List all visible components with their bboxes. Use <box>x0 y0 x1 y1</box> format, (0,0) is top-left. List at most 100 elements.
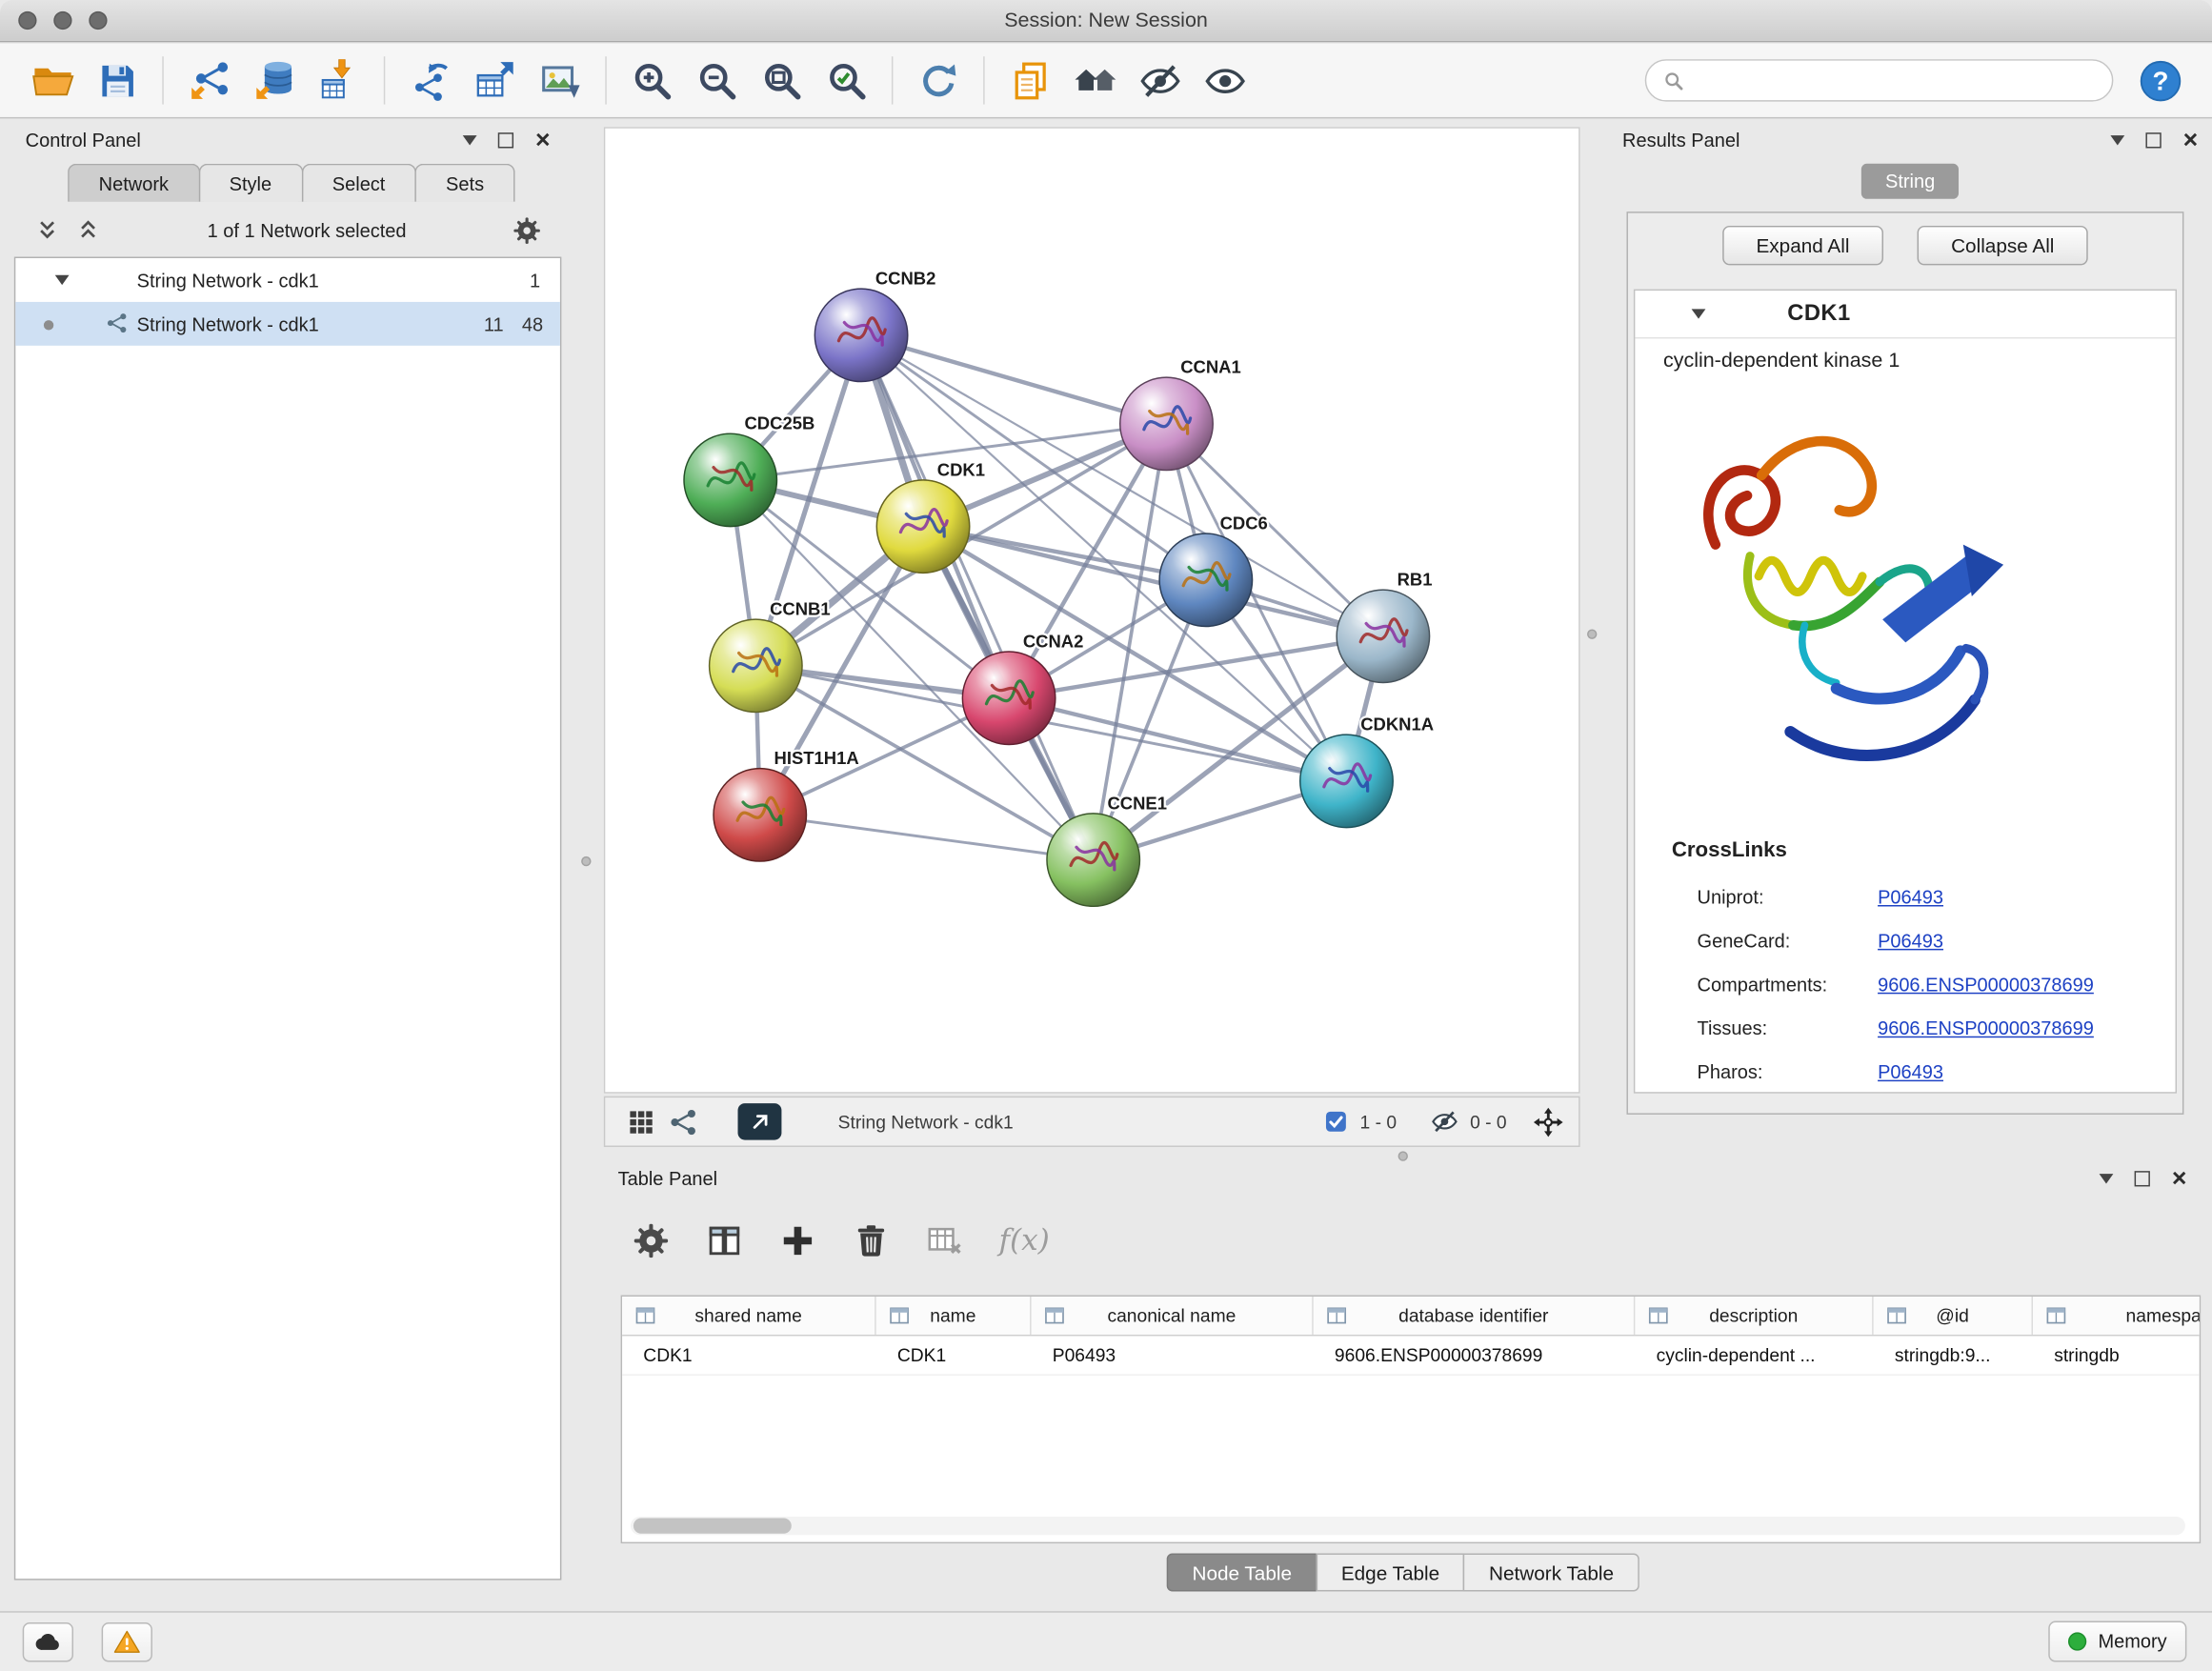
import-network-file-button[interactable] <box>176 50 241 111</box>
new-network-selection-button[interactable] <box>398 50 463 111</box>
column-header-name[interactable]: name <box>876 1297 1032 1335</box>
float-panel-icon[interactable] <box>2146 131 2162 147</box>
float-panel-icon[interactable] <box>2135 1170 2150 1185</box>
expand-all-button[interactable]: Expand All <box>1722 226 1883 265</box>
table-cell[interactable]: cyclin-dependent ... <box>1635 1336 1873 1374</box>
panel-menu-icon[interactable] <box>463 134 477 144</box>
selected-checkbox-icon[interactable] <box>1323 1109 1349 1135</box>
detach-view-button[interactable] <box>738 1103 782 1140</box>
crosslink-value-link[interactable]: 9606.ENSP00000378699 <box>1878 974 2094 995</box>
column-header-database-identifier[interactable]: database identifier <box>1314 1297 1636 1335</box>
network-edge-CCNB2-CCNE1[interactable] <box>861 335 1094 860</box>
network-from-table-button[interactable] <box>463 50 528 111</box>
close-panel-icon[interactable]: × <box>535 127 551 152</box>
horizontal-scrollbar[interactable] <box>631 1517 2185 1535</box>
network-options-gear-icon[interactable] <box>513 215 542 245</box>
table-cell[interactable]: CDK1 <box>876 1336 1032 1374</box>
table-cell[interactable]: CDK1 <box>622 1336 876 1374</box>
right-splitter-handle[interactable] <box>1587 629 1597 638</box>
zoom-fit-button[interactable] <box>749 50 814 111</box>
table-row[interactable]: CDK1CDK1P064939606.ENSP00000378699cyclin… <box>622 1336 2201 1375</box>
panel-menu-icon[interactable] <box>2111 134 2125 144</box>
delete-table-button[interactable] <box>915 1209 975 1271</box>
scrollbar-thumb[interactable] <box>633 1518 792 1533</box>
import-network-database-button[interactable] <box>241 50 306 111</box>
expand-all-networks-button[interactable] <box>34 216 61 243</box>
save-session-button[interactable] <box>85 50 150 111</box>
cloud-sync-button[interactable] <box>23 1622 73 1661</box>
help-button[interactable] <box>2127 50 2192 111</box>
tab-edge-table[interactable]: Edge Table <box>1316 1553 1465 1591</box>
tab-string[interactable]: String <box>1861 164 1960 199</box>
column-header-shared-name[interactable]: shared name <box>622 1297 876 1335</box>
table-cell[interactable]: stringdb:9... <box>1874 1336 2033 1374</box>
close-panel-icon[interactable]: × <box>2172 1165 2187 1191</box>
import-table-file-button[interactable] <box>306 50 371 111</box>
float-panel-icon[interactable] <box>498 131 513 147</box>
crosslink-value-link[interactable]: P06493 <box>1878 1061 1943 1082</box>
network-node-CCNB2[interactable]: CCNB2 <box>814 269 935 382</box>
table-cell[interactable]: stringdb <box>2033 1336 2201 1374</box>
network-overview-button[interactable] <box>662 1102 704 1141</box>
crosslink-value-link[interactable]: P06493 <box>1878 886 1943 907</box>
collapse-all-button[interactable]: Collapse All <box>1918 226 2088 265</box>
hide-graphics-button[interactable] <box>1127 50 1192 111</box>
collapse-triangle-icon[interactable] <box>55 275 70 285</box>
close-panel-icon[interactable]: × <box>2183 127 2199 152</box>
panel-menu-icon[interactable] <box>2100 1173 2114 1182</box>
gene-section-header[interactable]: CDK1 <box>1635 291 2175 338</box>
network-node-CDC25B[interactable]: CDC25B <box>684 413 814 527</box>
apply-layout-button[interactable] <box>906 50 971 111</box>
column-header-canonical-name[interactable]: canonical name <box>1032 1297 1314 1335</box>
network-collection-row[interactable]: String Network - cdk1 1 <box>15 258 560 302</box>
column-header-description[interactable]: description <box>1635 1297 1873 1335</box>
crosslink-value-link[interactable]: 9606.ENSP00000378699 <box>1878 1017 2094 1038</box>
network-row[interactable]: String Network - cdk1 11 48 <box>15 302 560 346</box>
left-splitter-handle[interactable] <box>581 856 591 866</box>
network-view-canvas[interactable]: CCNB2CCNA1CDC25BCDK1CDC6RB1CCNB1CCNA2CDK… <box>604 127 1580 1093</box>
open-session-button[interactable] <box>20 50 85 111</box>
zoom-out-button[interactable] <box>684 50 749 111</box>
show-graphics-button[interactable] <box>1192 50 1257 111</box>
delete-column-button[interactable] <box>841 1209 902 1271</box>
tab-node-table[interactable]: Node Table <box>1167 1553 1317 1591</box>
table-cell[interactable]: 9606.ENSP00000378699 <box>1314 1336 1636 1374</box>
add-column-button[interactable] <box>768 1209 829 1271</box>
network-graph[interactable]: CCNB2CCNA1CDC25BCDK1CDC6RB1CCNB1CCNA2CDK… <box>605 129 1579 1092</box>
memory-button[interactable]: Memory <box>2049 1621 2187 1662</box>
column-header--id[interactable]: @id <box>1874 1297 2033 1335</box>
network-node-CCNA1[interactable]: CCNA1 <box>1120 357 1241 471</box>
collapse-section-icon[interactable] <box>1692 309 1706 318</box>
zoom-window-button[interactable] <box>89 11 107 30</box>
column-header-namespace[interactable]: namespace <box>2033 1297 2201 1335</box>
crosslink-value-link[interactable]: P06493 <box>1878 930 1943 951</box>
toggle-columns-button[interactable] <box>694 1209 755 1271</box>
network-edge-CCNB2-CCNA1[interactable] <box>861 335 1166 424</box>
home-button[interactable] <box>1062 50 1127 111</box>
network-node-RB1[interactable]: RB1 <box>1337 570 1432 683</box>
tab-select[interactable]: Select <box>301 164 416 202</box>
network-node-CDC6[interactable]: CDC6 <box>1159 513 1268 627</box>
table-cell[interactable]: P06493 <box>1032 1336 1314 1374</box>
warnings-button[interactable] <box>102 1622 152 1661</box>
tab-network[interactable]: Network <box>68 164 199 202</box>
close-window-button[interactable] <box>18 11 36 30</box>
minimize-window-button[interactable] <box>53 11 71 30</box>
network-node-HIST1H1A[interactable]: HIST1H1A <box>714 748 859 861</box>
bottom-splitter-handle[interactable] <box>1398 1151 1408 1160</box>
network-node-CCNB1[interactable]: CCNB1 <box>710 599 831 713</box>
collapse-all-networks-button[interactable] <box>74 216 101 243</box>
tab-sets[interactable]: Sets <box>414 164 514 202</box>
move-crosshair-icon[interactable] <box>1532 1105 1564 1137</box>
table-settings-button[interactable] <box>621 1209 682 1271</box>
tab-style[interactable]: Style <box>198 164 303 202</box>
grid-view-button[interactable] <box>619 1102 661 1141</box>
export-image-button[interactable] <box>528 50 593 111</box>
hidden-eye-slash-icon[interactable] <box>1431 1108 1459 1137</box>
tab-network-table[interactable]: Network Table <box>1463 1553 1639 1591</box>
clone-network-button[interactable] <box>997 50 1062 111</box>
zoom-selected-button[interactable] <box>814 50 878 111</box>
network-edge-HIST1H1A-CCNE1[interactable] <box>760 815 1094 859</box>
function-builder-button[interactable]: f(x) <box>998 1223 1049 1258</box>
search-input[interactable] <box>1696 70 2095 91</box>
